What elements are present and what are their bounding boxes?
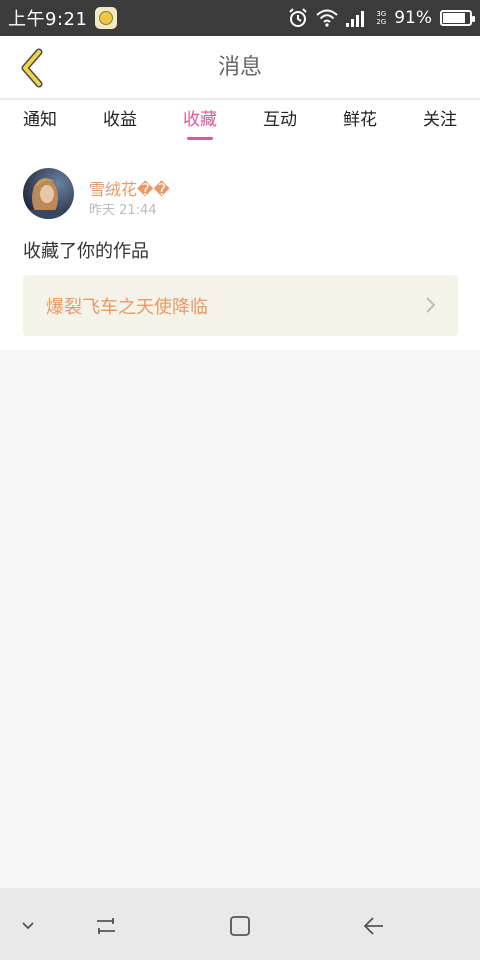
system-nav-bar xyxy=(0,888,480,960)
work-link[interactable]: 爆裂飞车之天使降临 xyxy=(23,275,458,336)
nav-back-button[interactable] xyxy=(356,908,392,944)
page-title: 消息 xyxy=(217,55,262,80)
timestamp: 昨天 21:44 xyxy=(89,203,157,218)
home-icon xyxy=(230,916,250,936)
user-name[interactable]: 雪绒花�� xyxy=(89,176,170,200)
tab-favorites[interactable]: 收藏 xyxy=(160,100,240,144)
battery-icon xyxy=(440,10,475,26)
signal-icon xyxy=(346,11,365,27)
chevron-right-icon xyxy=(426,297,436,313)
work-title: 爆裂飞车之天使降临 xyxy=(46,296,208,318)
header: 消息 xyxy=(0,36,480,100)
battery-percent: 91% xyxy=(394,8,432,28)
recent-apps-icon xyxy=(97,918,115,934)
nav-recent-button[interactable] xyxy=(88,908,124,944)
tab-earnings[interactable]: 收益 xyxy=(80,100,160,144)
back-arrow-icon xyxy=(363,917,383,935)
tab-bar: 通知 收益 收藏 互动 鲜花 关注 xyxy=(0,100,480,144)
nav-collapse-button[interactable] xyxy=(10,908,46,944)
action-text: 收藏了你的作品 xyxy=(23,241,149,262)
tab-interaction[interactable]: 互动 xyxy=(240,100,320,144)
nav-home-button[interactable] xyxy=(222,908,258,944)
wifi-icon xyxy=(316,9,338,27)
status-time: 上午9:21 xyxy=(8,9,88,30)
tab-follow[interactable]: 关注 xyxy=(400,100,480,144)
alarm-icon xyxy=(289,8,308,27)
status-bar: 上午9:21 3G 2G 91% xyxy=(0,0,480,36)
network-type: 3G 2G xyxy=(376,10,387,26)
tab-flowers[interactable]: 鲜花 xyxy=(320,100,400,144)
notification-card: 雪绒花�� 昨天 21:44 收藏了你的作品 爆裂飞车之天使降临 xyxy=(0,144,480,350)
app-icon xyxy=(95,7,118,29)
chevron-down-icon xyxy=(22,922,34,930)
tab-notify[interactable]: 通知 xyxy=(0,100,80,144)
avatar[interactable] xyxy=(23,168,74,219)
